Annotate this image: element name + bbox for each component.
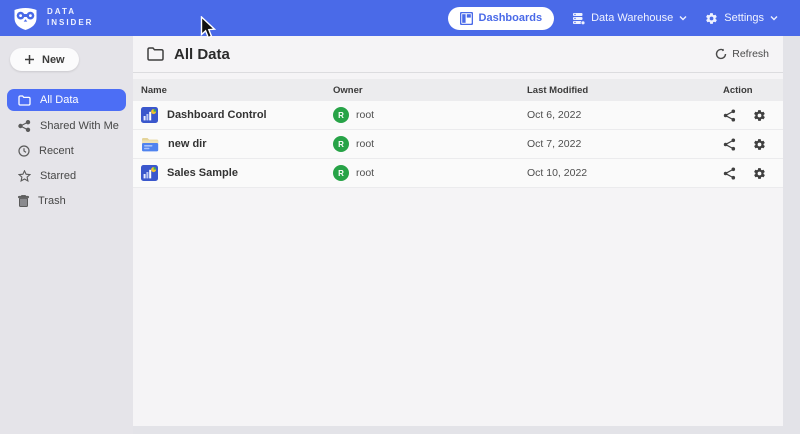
- files-table: Name Owner Last Modified Action D: [133, 79, 783, 188]
- owner-avatar: R: [333, 165, 349, 181]
- gear-icon[interactable]: [753, 138, 766, 151]
- sidebar-item-label: Trash: [38, 195, 66, 207]
- dashboards-label: Dashboards: [479, 12, 543, 24]
- sidebar-item-label: All Data: [40, 94, 79, 106]
- column-header-owner: Owner: [333, 85, 527, 96]
- page-title-group: All Data: [147, 46, 230, 63]
- dashboards-button[interactable]: Dashboards: [448, 7, 555, 30]
- share-icon[interactable]: [723, 167, 736, 180]
- owner-name: root: [356, 138, 374, 150]
- column-header-last-modified: Last Modified: [527, 85, 723, 96]
- folder-file-icon: [141, 137, 159, 152]
- owner-avatar: R: [333, 107, 349, 123]
- file-name: Dashboard Control: [167, 109, 267, 121]
- table-row[interactable]: Sales Sample R root Oct 10, 2022: [133, 159, 783, 188]
- data-warehouse-menu[interactable]: Data Warehouse: [572, 12, 687, 25]
- trash-icon: [18, 195, 29, 207]
- share-icon: [18, 120, 31, 132]
- table-row[interactable]: new dir R root Oct 7, 2022: [133, 130, 783, 159]
- star-icon: [18, 170, 31, 182]
- gear-icon: [705, 12, 718, 25]
- last-modified: Oct 10, 2022: [527, 167, 723, 179]
- content-header: All Data Refresh: [133, 36, 783, 73]
- gear-icon[interactable]: [753, 167, 766, 180]
- sidebar-item-label: Starred: [40, 170, 76, 182]
- app-logo: DATA INSIDER: [12, 6, 93, 31]
- table-row[interactable]: Dashboard Control R root Oct 6, 2022: [133, 101, 783, 130]
- data-warehouse-label: Data Warehouse: [591, 12, 673, 24]
- gear-icon[interactable]: [753, 109, 766, 122]
- owner-avatar: R: [333, 136, 349, 152]
- sidebar-item-trash[interactable]: Trash: [0, 190, 133, 211]
- sidebar-nav: All Data Shared With Me Recent: [0, 89, 133, 211]
- chevron-down-icon: [770, 15, 778, 21]
- sidebar: New All Data Shared With Me: [0, 36, 133, 434]
- sidebar-item-starred[interactable]: Starred: [0, 165, 133, 186]
- sidebar-item-label: Recent: [39, 145, 74, 157]
- refresh-label: Refresh: [732, 48, 769, 60]
- sidebar-item-label: Shared With Me: [40, 120, 119, 132]
- last-modified: Oct 6, 2022: [527, 109, 723, 121]
- folder-icon: [18, 95, 31, 106]
- plus-icon: [24, 54, 35, 65]
- database-icon: [572, 12, 585, 25]
- new-button-label: New: [42, 54, 65, 66]
- last-modified: Oct 7, 2022: [527, 138, 723, 150]
- dashboard-grid-icon: [460, 12, 473, 25]
- table-header-row: Name Owner Last Modified Action: [133, 79, 783, 101]
- column-header-name: Name: [141, 85, 333, 96]
- app-name: DATA INSIDER: [47, 7, 93, 29]
- page-title: All Data: [174, 46, 230, 63]
- refresh-icon: [715, 48, 727, 60]
- share-icon[interactable]: [723, 138, 736, 151]
- top-menu: Dashboards Data Warehouse: [448, 7, 778, 30]
- settings-menu[interactable]: Settings: [705, 12, 778, 25]
- top-navigation-bar: DATA INSIDER Dashboards: [0, 0, 800, 36]
- sidebar-item-recent[interactable]: Recent: [0, 140, 133, 161]
- folder-icon: [147, 47, 164, 61]
- column-header-action: Action: [723, 85, 783, 96]
- owner-name: root: [356, 167, 374, 179]
- owl-logo-icon: [12, 6, 39, 31]
- dashboard-file-icon: [141, 165, 158, 181]
- clock-icon: [18, 145, 30, 157]
- chevron-down-icon: [679, 15, 687, 21]
- settings-label: Settings: [724, 12, 764, 24]
- sidebar-item-shared-with-me[interactable]: Shared With Me: [0, 115, 133, 136]
- dashboard-file-icon: [141, 107, 158, 123]
- file-name: Sales Sample: [167, 167, 238, 179]
- sidebar-item-all-data[interactable]: All Data: [7, 89, 126, 111]
- file-name: new dir: [168, 138, 207, 150]
- main-content: All Data Refresh Name Owner Last Modifie…: [133, 36, 783, 426]
- owner-name: root: [356, 109, 374, 121]
- refresh-button[interactable]: Refresh: [715, 48, 769, 60]
- new-button[interactable]: New: [10, 48, 79, 71]
- share-icon[interactable]: [723, 109, 736, 122]
